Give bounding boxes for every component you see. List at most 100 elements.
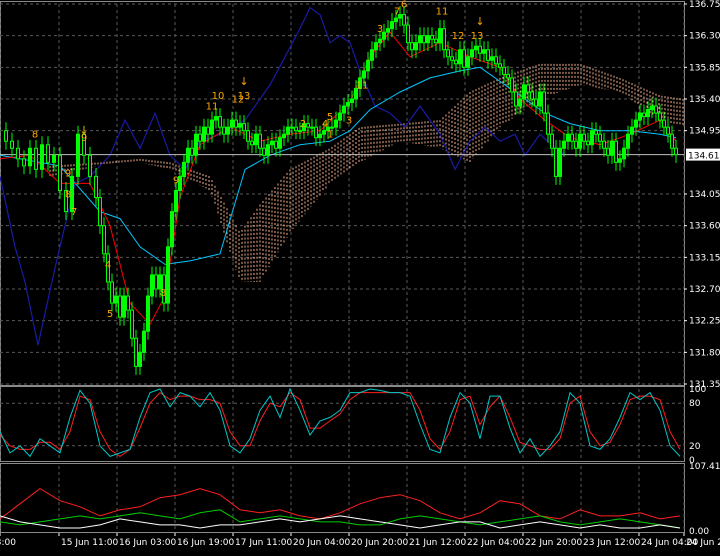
td-count-label: 2 (300, 119, 306, 130)
candle-body (466, 56, 470, 68)
candle-body (378, 38, 382, 44)
price-axis: 136.75 136.30 135.85 135.40 134.95 134.61 134.… (684, 0, 720, 390)
candle-body (542, 91, 546, 114)
adx-plus-di-line (0, 487, 681, 520)
candle-body (314, 126, 318, 139)
td-count-label: 8 (160, 288, 166, 299)
td-count-label: 11 (206, 102, 219, 113)
candle-body (578, 133, 582, 149)
candle-body (674, 147, 678, 156)
candle-body (530, 91, 534, 100)
candle-body (462, 49, 466, 68)
td-count-label: 3 (377, 24, 383, 35)
price-tick-label: 132.70 (689, 285, 720, 295)
candle-body (394, 17, 398, 23)
candle-body (190, 147, 194, 156)
td-count-label: 8 (32, 130, 38, 141)
td-count-label: 3 (346, 116, 352, 127)
time-tick-label: 22 Jun 04:00 (467, 538, 524, 548)
candle-body (342, 105, 346, 114)
candle-body (626, 133, 630, 149)
chart-canvas[interactable]: 8 99874589101112134511367 1112 132 31↓↓↓ 136… (0, 0, 720, 552)
candle-body (438, 28, 442, 44)
candle-body (250, 140, 254, 146)
stochastic-tick-label: 20 (689, 442, 701, 452)
candle-body (478, 45, 482, 54)
candle-body (494, 56, 498, 65)
stochastic-panel[interactable]: 10080200 (0, 385, 706, 466)
td-count-label: 10 (212, 91, 225, 102)
candle-body (34, 147, 38, 170)
candle-body (270, 140, 274, 146)
candle-body (214, 116, 218, 121)
candle-body (654, 105, 658, 114)
candle-body (230, 119, 234, 128)
candle-body (16, 147, 20, 160)
time-tick-label: 16 Jun 19:00 (177, 538, 234, 548)
candle-body (650, 105, 654, 111)
candle-body (22, 158, 26, 167)
price-tick-label: 136.30 (689, 32, 720, 42)
candle-body (286, 126, 290, 135)
candle-body (602, 140, 606, 149)
candle-body (362, 70, 366, 79)
stochastic-frame (0, 386, 685, 462)
td-count-label: 9 (173, 175, 179, 186)
candle-body (146, 295, 150, 332)
candle-body (490, 56, 494, 61)
candle-body (518, 98, 522, 107)
candle-body (142, 330, 146, 353)
candle-body (534, 98, 538, 107)
time-tick-label: 16 Jun 03:00 (119, 538, 176, 548)
candle-body (186, 147, 190, 163)
td-count-label: 7 (394, 7, 400, 18)
candle-body (498, 63, 502, 68)
candle-body (554, 147, 558, 177)
candle-body (510, 77, 514, 93)
candle-body (310, 126, 314, 129)
candle-body (374, 42, 378, 51)
candle-body (406, 24, 410, 44)
candle-body (52, 154, 56, 163)
candle-body (138, 351, 142, 367)
candle-body (410, 42, 414, 51)
candle-body (110, 281, 114, 304)
candle-body (114, 295, 118, 304)
candle-body (426, 35, 430, 44)
adx-panel[interactable]: 107.41 0.00 (0, 462, 720, 537)
candle-body (258, 133, 262, 149)
candle-body (594, 130, 598, 135)
time-tick-label: 15 Jun 11:00 (61, 538, 118, 548)
candle-body (182, 161, 186, 177)
candles (4, 6, 678, 375)
price-tick-label: 131.80 (689, 348, 720, 358)
candle-body (482, 49, 486, 54)
candle-body (646, 109, 650, 118)
candle-body (266, 144, 270, 156)
candle-body (290, 126, 294, 129)
arrow-icon: ↓ (79, 124, 88, 137)
td-count-label: 6 (401, 0, 407, 11)
candle-body (662, 119, 666, 128)
candle-body (638, 112, 642, 121)
time-tick-label: 24 Jun 20:00 (686, 538, 720, 548)
candle-body (610, 140, 614, 156)
price-tick-label: 135.40 (689, 95, 720, 105)
candle-body (246, 130, 250, 142)
candle-body (58, 154, 62, 191)
candle-body (10, 140, 14, 149)
kijun-line (0, 66, 677, 265)
candle-body (574, 140, 578, 149)
candle-body (122, 295, 126, 318)
trading-chart[interactable]: 8 9 9 8 7 4 5 8 9 10 11 12 13 4 5 11 3 6 7 11 12 13 2 3 1 ↓ ↓ ↓ 136… (0, 0, 720, 552)
candle-body (434, 38, 438, 44)
candle-body (422, 35, 426, 44)
candle-body (218, 116, 222, 128)
price-tick-label: 133.60 (689, 222, 720, 232)
candle-body (282, 133, 286, 139)
candle-body (222, 126, 226, 135)
price-tick-label: 135.85 (689, 63, 720, 73)
candle-body (598, 133, 602, 142)
candle-body (658, 112, 662, 121)
candle-body (386, 28, 390, 33)
